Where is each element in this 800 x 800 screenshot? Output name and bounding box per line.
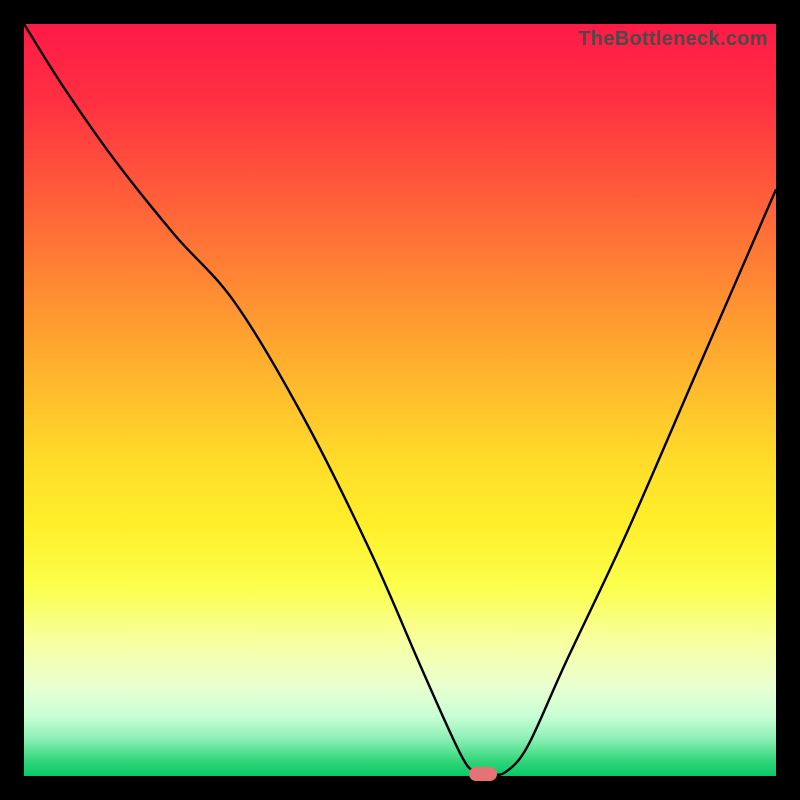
watermark-text: TheBottleneck.com: [578, 28, 768, 51]
chart-frame: TheBottleneck.com: [0, 0, 800, 800]
optimal-marker: [469, 767, 497, 781]
plot-area: TheBottleneck.com: [24, 24, 776, 776]
bottleneck-curve: [24, 24, 776, 776]
